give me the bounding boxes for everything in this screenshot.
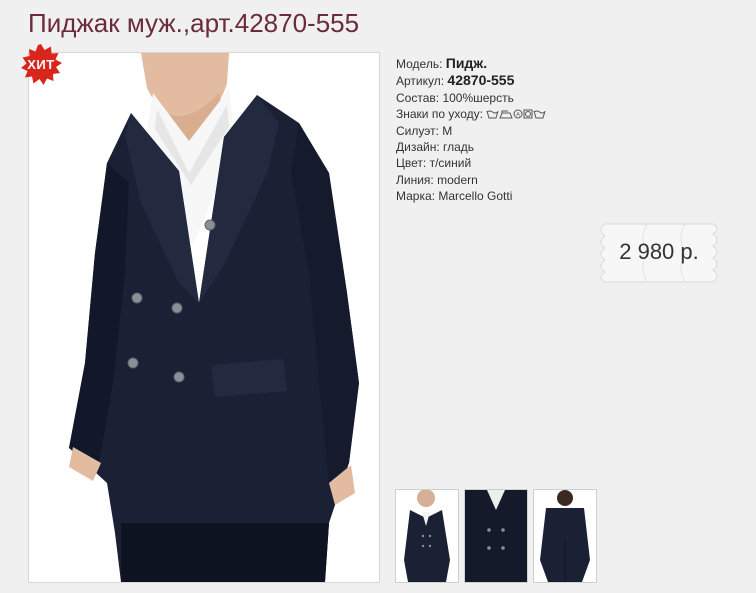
care-icons: A — [486, 107, 546, 123]
main-product-photo[interactable] — [28, 52, 380, 583]
prop-line-value: modern — [437, 172, 478, 187]
thumbnail-back-image — [534, 490, 596, 582]
prop-design-value: гладь — [443, 140, 475, 155]
prop-model-value: Пидж. — [445, 55, 488, 71]
wash-icon — [486, 110, 499, 119]
prop-color-label: Цвет: — [396, 156, 427, 171]
thumbnail-3[interactable] — [533, 489, 597, 583]
prop-brand-value: Marcello Gotti — [438, 189, 513, 204]
dry-clean-icon: A — [513, 109, 523, 119]
prop-silhouette: Силуэт: М — [396, 123, 546, 139]
prop-article-value: 42870-555 — [447, 72, 515, 89]
prop-design: Дизайн: гладь — [396, 139, 546, 155]
hit-badge-label: ХИТ — [27, 57, 55, 72]
prop-line: Линия: modern — [396, 172, 546, 188]
thumbnail-front-angled-image — [396, 490, 458, 582]
thumbnail-1[interactable] — [395, 489, 459, 583]
jacket-photo-illustration — [29, 53, 379, 582]
product-properties: Модель: Пидж. Артикул: 42870-555 Состав:… — [396, 55, 546, 204]
prop-model-label: Модель: — [396, 57, 443, 71]
prop-article: Артикул: 42870-555 — [396, 72, 546, 89]
wash-icon — [533, 110, 546, 119]
hit-badge: ХИТ — [20, 44, 62, 86]
prop-care: Знаки по уходу: A — [396, 106, 546, 123]
prop-brand: Марка: Marcello Gotti — [396, 188, 546, 204]
prop-composition-value: 100%шерсть — [442, 90, 514, 105]
prop-composition-label: Состав: — [396, 90, 440, 105]
prop-line-label: Линия: — [396, 172, 434, 187]
prop-model: Модель: Пидж. — [396, 55, 546, 72]
prop-design-label: Дизайн: — [396, 140, 440, 155]
svg-text:A: A — [516, 112, 520, 118]
prop-color-value: т/синий — [429, 156, 472, 171]
price-value: 2 980 р. — [619, 239, 699, 264]
no-tumble-dry-icon — [523, 109, 533, 119]
iron-icon — [499, 110, 514, 119]
thumbnail-front-close-image — [465, 490, 527, 582]
prop-silhouette-value: М — [442, 123, 453, 138]
prop-color: Цвет: т/синий — [396, 155, 546, 171]
prop-care-label: Знаки по уходу: — [396, 106, 483, 121]
prop-article-label: Артикул: — [396, 74, 445, 89]
prop-silhouette-label: Силуэт: — [396, 123, 439, 138]
price-tag: 2 980 р. — [595, 222, 723, 284]
prop-brand-label: Марка: — [396, 189, 435, 204]
prop-composition: Состав: 100%шерсть — [396, 90, 546, 106]
thumbnail-2[interactable] — [464, 489, 528, 583]
page-title: Пиджак муж.,арт.42870-555 — [28, 8, 360, 38]
